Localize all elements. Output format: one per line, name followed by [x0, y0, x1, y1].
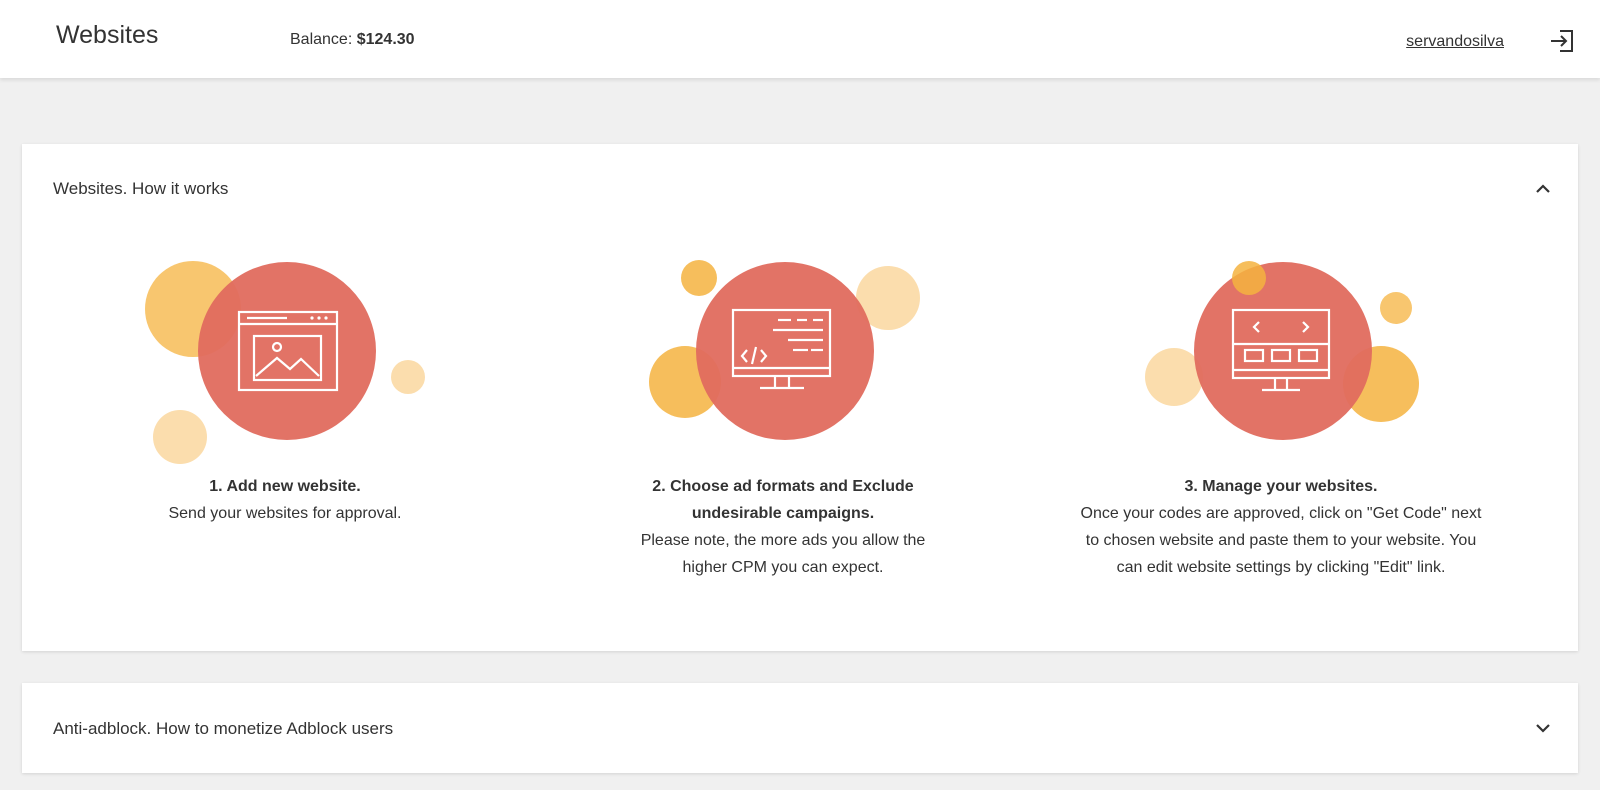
step-2-title: 2. Choose ad formats and Exclude undesir…: [652, 478, 914, 522]
chevron-down-icon[interactable]: [1532, 717, 1554, 739]
page-title: Websites: [56, 21, 159, 49]
balance-label: Balance:: [290, 31, 353, 48]
balance-value: $124.30: [356, 31, 415, 48]
step-1-title: 1. Add new website.: [209, 478, 361, 495]
logout-icon[interactable]: [1549, 28, 1575, 54]
step-2-description: Please note, the more ads you allow the …: [640, 532, 926, 576]
step-3-title: 3. Manage your websites.: [1184, 478, 1378, 495]
balance: Balance: $124.30: [290, 31, 415, 49]
step-1-description: Send your websites for approval.: [168, 505, 402, 522]
chevron-up-icon[interactable]: [1532, 178, 1554, 200]
step-3-description: Once your codes are approved, click on "…: [1080, 505, 1482, 576]
top-bar: Websites Balance: $124.30 servandosilva: [0, 0, 1600, 78]
step-3-text: 3. Manage your websites. Once your codes…: [1021, 473, 1541, 581]
step-2-text: 2. Choose ad formats and Exclude undesir…: [523, 473, 1043, 581]
anti-adblock-panel: Anti-adblock. How to monetize Adblock us…: [22, 683, 1578, 773]
step-1-text: 1. Add new website. Send your websites f…: [25, 473, 545, 527]
monitor-slider-icon: [1145, 261, 1419, 440]
how-it-works-title[interactable]: Websites. How it works: [53, 179, 228, 199]
browser-image-icon: [145, 261, 425, 464]
anti-adblock-title[interactable]: Anti-adblock. How to monetize Adblock us…: [53, 719, 393, 739]
how-it-works-panel: Websites. How it works 1. Add new websit…: [22, 144, 1578, 651]
monitor-code-icon: [649, 260, 920, 440]
username-link[interactable]: servandosilva: [1406, 33, 1504, 51]
